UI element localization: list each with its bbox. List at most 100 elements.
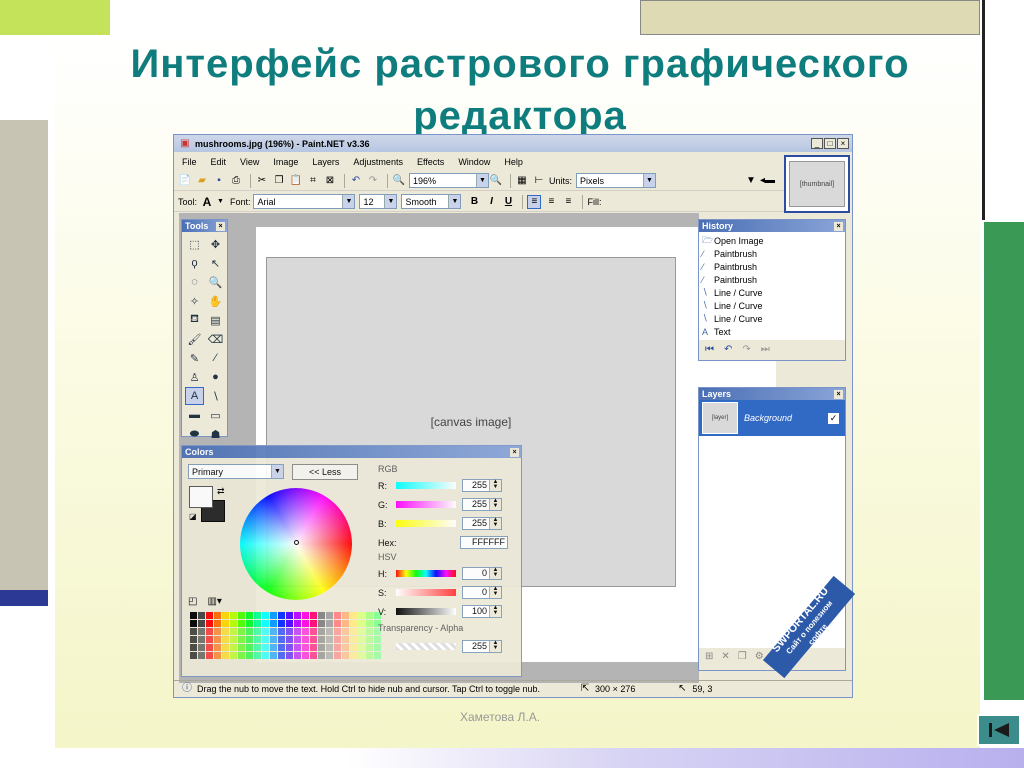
palette-swatch[interactable]	[222, 636, 229, 643]
palette-swatch[interactable]	[286, 644, 293, 651]
palette-swatch[interactable]	[334, 612, 341, 619]
palette-swatch[interactable]	[294, 628, 301, 635]
menu-item-edit[interactable]: Edit	[211, 157, 227, 167]
move-selection-icon[interactable]: ✥	[206, 235, 225, 253]
history-item[interactable]: ∖ Line / Curve	[699, 286, 845, 299]
color-wheel-cursor[interactable]	[294, 540, 299, 545]
palette-swatch[interactable]	[366, 612, 373, 619]
add-to-palette-icon[interactable]: ◰	[188, 596, 197, 607]
palette-swatch[interactable]	[222, 612, 229, 619]
less-button[interactable]: << Less	[292, 464, 358, 480]
italic-button[interactable]: I	[484, 195, 498, 209]
palette-swatch[interactable]	[198, 644, 205, 651]
palette-swatch[interactable]	[342, 620, 349, 627]
palette-swatch[interactable]	[302, 620, 309, 627]
palette-swatch[interactable]	[270, 652, 277, 659]
palette-swatch[interactable]	[222, 620, 229, 627]
palette-swatch[interactable]	[222, 628, 229, 635]
green-input[interactable]: 255 ▲ ▼	[462, 498, 502, 511]
ellipse-icon[interactable]: ⬬	[185, 425, 204, 443]
palette-swatch[interactable]	[366, 628, 373, 635]
paint-bucket-icon[interactable]: ⛾	[185, 311, 204, 329]
palette-swatch[interactable]	[342, 636, 349, 643]
palette-swatch[interactable]	[286, 620, 293, 627]
pencil-icon[interactable]: ✎	[185, 349, 204, 367]
text-tool-icon[interactable]: A	[200, 195, 214, 209]
palette-swatch[interactable]	[302, 652, 309, 659]
rewind-icon[interactable]: ⏮	[705, 344, 714, 355]
palette-swatch[interactable]	[350, 612, 357, 619]
magic-wand-icon[interactable]: ✧	[185, 292, 204, 310]
palette-swatch[interactable]	[366, 652, 373, 659]
palette-swatch[interactable]	[230, 620, 237, 627]
palette-swatch[interactable]	[206, 652, 213, 659]
primary-color-swatch[interactable]	[189, 486, 213, 508]
copy-icon[interactable]: ❐	[272, 174, 286, 188]
palette-swatch[interactable]	[278, 636, 285, 643]
palette-swatch[interactable]	[238, 636, 245, 643]
palette-swatch[interactable]	[238, 652, 245, 659]
palette-swatch[interactable]	[190, 652, 197, 659]
menu-item-file[interactable]: File	[182, 157, 197, 167]
palette-swatch[interactable]	[278, 628, 285, 635]
layer-visibility-checkbox[interactable]: ✓	[828, 412, 839, 424]
menu-item-image[interactable]: Image	[273, 157, 298, 167]
palette-swatch[interactable]	[214, 644, 221, 651]
palette-swatch[interactable]	[278, 652, 285, 659]
palette-swatch[interactable]	[310, 612, 317, 619]
alpha-slider[interactable]	[396, 643, 456, 650]
paste-icon[interactable]: 📋	[289, 174, 303, 188]
palette-swatch[interactable]	[334, 628, 341, 635]
align-center-icon[interactable]: ≡	[544, 195, 558, 209]
palette-swatch[interactable]	[358, 652, 365, 659]
palette-swatch[interactable]	[310, 628, 317, 635]
palette-swatch[interactable]	[262, 644, 269, 651]
palette-swatch[interactable]	[198, 636, 205, 643]
history-item[interactable]: ∖ Line / Curve	[699, 299, 845, 312]
palette-swatch[interactable]	[254, 628, 261, 635]
palette-swatch[interactable]	[302, 636, 309, 643]
palette-swatch[interactable]	[246, 644, 253, 651]
palette-swatch[interactable]	[350, 628, 357, 635]
minimize-button[interactable]: _	[811, 138, 823, 149]
palette-swatch[interactable]	[350, 644, 357, 651]
grid-icon[interactable]: ▦	[515, 174, 529, 188]
palette-swatch[interactable]	[262, 636, 269, 643]
palette-swatch[interactable]	[214, 612, 221, 619]
hue-input[interactable]: 0 ▲ ▼	[462, 567, 502, 580]
palette-swatch[interactable]	[270, 628, 277, 635]
palette-swatch[interactable]	[318, 652, 325, 659]
duplicate-layer-icon[interactable]: ❐	[738, 651, 747, 662]
primary-secondary-swatch[interactable]: ⇄ ◪	[189, 486, 227, 524]
bold-button[interactable]: B	[467, 195, 481, 209]
freeform-shape-icon[interactable]: ☗	[206, 425, 225, 443]
palette-swatch[interactable]	[230, 628, 237, 635]
palette-swatch[interactable]	[286, 652, 293, 659]
lasso-select-icon[interactable]: ϙ	[185, 254, 204, 272]
rectangle-icon[interactable]: ▬	[185, 406, 204, 424]
history-item[interactable]: A Text	[699, 325, 845, 338]
menu-item-layers[interactable]: Layers	[312, 157, 339, 167]
palette-swatch[interactable]	[318, 644, 325, 651]
palette-swatch[interactable]	[246, 620, 253, 627]
palette-swatch[interactable]	[326, 612, 333, 619]
palette-swatch[interactable]	[206, 620, 213, 627]
palette-swatch[interactable]	[198, 628, 205, 635]
palette-swatch[interactable]	[342, 628, 349, 635]
palette-swatch[interactable]	[190, 620, 197, 627]
palette-swatch[interactable]	[350, 652, 357, 659]
palette-swatch[interactable]	[326, 636, 333, 643]
units-select[interactable]: Pixels ▼	[576, 173, 657, 188]
palette-swatch[interactable]	[230, 636, 237, 643]
green-slider[interactable]	[396, 501, 456, 508]
palette-swatch[interactable]	[230, 652, 237, 659]
palette-swatch[interactable]	[318, 636, 325, 643]
align-right-icon[interactable]: ≡	[561, 195, 575, 209]
palette-swatch[interactable]	[358, 636, 365, 643]
save-icon[interactable]: ▪	[212, 174, 226, 188]
open-icon[interactable]: ▰	[195, 174, 209, 188]
underline-button[interactable]: U	[501, 195, 515, 209]
palette-swatch[interactable]	[366, 644, 373, 651]
palette-swatch[interactable]	[318, 620, 325, 627]
palette-swatch[interactable]	[286, 636, 293, 643]
